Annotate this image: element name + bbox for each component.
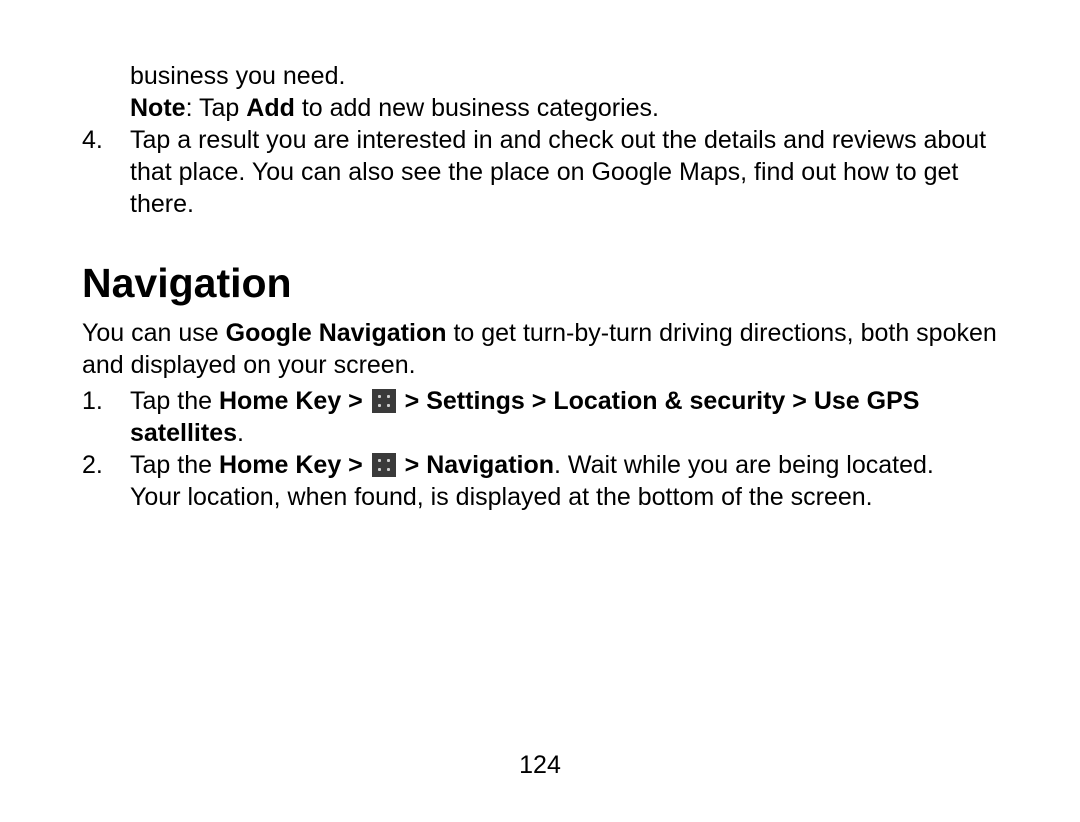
- apps-grid-icon: [372, 453, 396, 477]
- note-tail: to add new business categories.: [295, 94, 659, 122]
- fragment-text: business you need.: [130, 62, 345, 90]
- list-content: Tap the Home Key > > Navigation. Wait wh…: [130, 449, 998, 513]
- intro-pre: You can use: [82, 319, 226, 347]
- note-line: Note: Tap Add to add new business catego…: [82, 92, 998, 124]
- step2-bold1: Home Key >: [219, 451, 370, 479]
- step2-mid: . Wait while you are being located.: [554, 451, 934, 479]
- step2-bold2: > Navigation: [405, 451, 554, 479]
- list-content: Tap a result you are interested in and c…: [130, 124, 998, 220]
- step2-pre: Tap the: [130, 451, 219, 479]
- step1-pre: Tap the: [130, 387, 219, 415]
- item4-text: Tap a result you are interested in and c…: [130, 126, 986, 218]
- list-number: 1.: [82, 385, 130, 417]
- note-label: Note: [130, 94, 186, 122]
- list-number: 2.: [82, 449, 130, 481]
- navigation-intro: You can use Google Navigation to get tur…: [82, 317, 998, 381]
- list-content: Tap the Home Key > > Settings > Location…: [130, 385, 998, 449]
- intro-bold: Google Navigation: [226, 319, 447, 347]
- note-sep: : Tap: [186, 94, 247, 122]
- nav-step-1: 1. Tap the Home Key > > Settings > Locat…: [82, 385, 998, 449]
- prev-item-continuation: business you need.: [82, 60, 998, 92]
- list-item-4: 4. Tap a result you are interested in an…: [82, 124, 998, 220]
- apps-grid-icon: [372, 389, 396, 413]
- list-number: 4.: [82, 124, 130, 156]
- step1-bold1: Home Key >: [219, 387, 370, 415]
- step2-line2: Your location, when found, is displayed …: [130, 483, 873, 511]
- note-add: Add: [246, 94, 295, 122]
- section-heading-navigation: Navigation: [82, 260, 998, 307]
- manual-page: business you need. Note: Tap Add to add …: [0, 0, 1080, 822]
- step1-tail: .: [237, 419, 244, 447]
- page-number: 124: [0, 751, 1080, 780]
- nav-step-2: 2. Tap the Home Key > > Navigation. Wait…: [82, 449, 998, 513]
